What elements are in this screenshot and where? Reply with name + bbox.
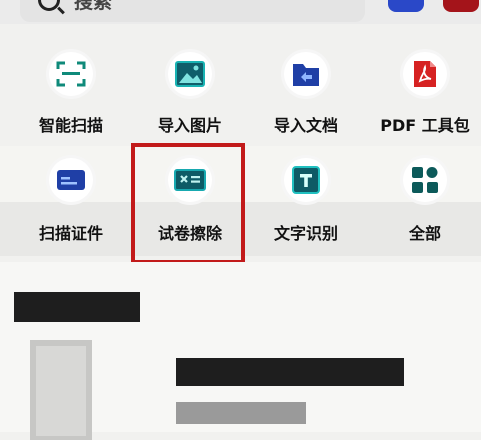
image-icon <box>168 52 212 96</box>
tool-text-recognition[interactable]: 文字识别 <box>251 146 361 256</box>
tool-label: 导入图片 <box>157 116 222 135</box>
id-card-icon <box>49 158 93 202</box>
tool-scan-id[interactable]: 扫描证件 <box>16 146 126 256</box>
grid-all-icon <box>403 158 447 202</box>
scan-icon <box>49 52 93 96</box>
search-icon <box>38 0 60 11</box>
redacted-title <box>176 358 404 386</box>
top-red-button[interactable] <box>443 0 479 12</box>
tool-import-document[interactable]: 导入文档 <box>251 40 361 150</box>
document-feed <box>0 262 481 440</box>
tool-import-image[interactable]: 导入图片 <box>135 40 245 150</box>
text-recognition-icon <box>284 158 328 202</box>
import-document-icon <box>284 52 328 96</box>
tool-label: 智能扫描 <box>38 116 103 135</box>
tool-label: 扫描证件 <box>38 224 103 243</box>
tool-pdf-kit[interactable]: PDF 工具包 <box>370 40 480 150</box>
tool-smart-scan[interactable]: 智能扫描 <box>16 40 126 150</box>
top-blue-button[interactable] <box>388 0 424 12</box>
tool-all[interactable]: 全部 <box>370 146 480 256</box>
pdf-icon <box>403 52 447 96</box>
redacted-heading <box>14 292 140 322</box>
redacted-subtitle <box>176 402 306 424</box>
highlight-box <box>131 143 245 264</box>
tool-label: 文字识别 <box>273 224 338 243</box>
tool-label: 导入文档 <box>273 116 338 135</box>
search-placeholder: 搜索 <box>74 0 113 13</box>
redacted-thumbnail-inner <box>36 346 86 436</box>
search-bar[interactable]: 搜索 <box>20 0 365 22</box>
tool-label: 全部 <box>408 224 441 243</box>
tool-label: PDF 工具包 <box>380 116 470 135</box>
tool-row-1: 智能扫描 导入图片 导入文档 PDF 工具包 <box>0 40 481 150</box>
